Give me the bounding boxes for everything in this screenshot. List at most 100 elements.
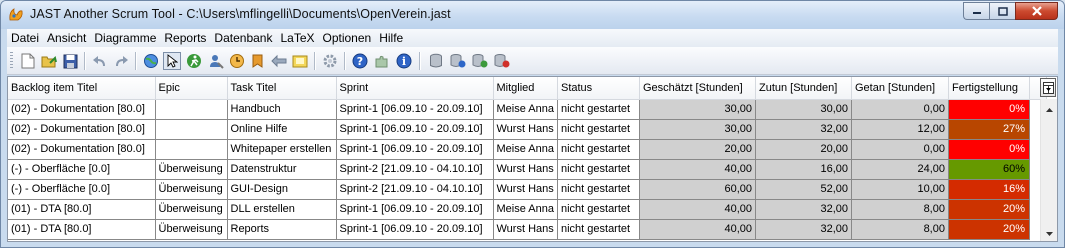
column-header-todo[interactable]: Zutun [Stunden] <box>755 77 852 100</box>
table-row[interactable]: (-) - Oberfläche [0.0] Überweisung Datenst… <box>8 159 1046 180</box>
cell-backlog[interactable]: (02) - Dokumentation [80.0] <box>8 99 156 120</box>
cell-done[interactable]: 24,00 <box>851 159 949 180</box>
cursor-select-icon[interactable] <box>163 52 181 70</box>
cell-member[interactable]: Meise Anna <box>493 139 558 160</box>
cell-status[interactable]: nicht gestartet <box>557 179 640 200</box>
cell-epic[interactable] <box>155 119 228 140</box>
cell-done[interactable]: 8,00 <box>851 219 949 240</box>
transfer-icon[interactable] <box>270 52 288 70</box>
column-header-progress[interactable]: Fertigstellung <box>948 77 1030 100</box>
cell-estimated[interactable]: 30,00 <box>639 119 756 140</box>
cell-backlog[interactable]: (02) - Dokumentation [80.0] <box>8 139 156 160</box>
cell-task[interactable]: Reports <box>227 219 337 240</box>
cell-task[interactable]: Online Hilfe <box>227 119 337 140</box>
column-header-task[interactable]: Task Titel <box>227 77 337 100</box>
cell-done[interactable]: 12,00 <box>851 119 949 140</box>
menu-diagramme[interactable]: Diagramme <box>90 31 160 45</box>
maximize-button[interactable] <box>989 2 1015 20</box>
cell-sprint[interactable]: Sprint-1 [06.09.10 - 20.09.10] <box>336 99 494 120</box>
cell-estimated[interactable]: 60,00 <box>639 179 756 200</box>
cell-member[interactable]: Wurst Hans <box>493 219 558 240</box>
cell-epic[interactable] <box>155 99 228 120</box>
table-row[interactable]: (02) - Dokumentation [80.0] Online Hilfe S… <box>8 119 1046 140</box>
column-header-member[interactable]: Mitglied <box>493 77 558 100</box>
cell-member[interactable]: Meise Anna <box>493 199 558 220</box>
scroll-up-button[interactable] <box>1041 101 1057 118</box>
cell-epic[interactable]: Überweisung <box>155 199 228 220</box>
cell-backlog[interactable]: (01) - DTA [80.0] <box>8 219 156 240</box>
column-header-done[interactable]: Getan [Stunden] <box>851 77 949 100</box>
scroll-down-button[interactable] <box>1041 225 1057 241</box>
cell-status[interactable]: nicht gestartet <box>557 219 640 240</box>
clock-icon[interactable] <box>228 52 246 70</box>
database-delete-icon[interactable] <box>493 52 511 70</box>
cell-todo[interactable]: 30,00 <box>755 99 852 120</box>
database-icon[interactable] <box>427 52 445 70</box>
database-add-icon[interactable] <box>449 52 467 70</box>
save-icon[interactable] <box>61 52 79 70</box>
menu-reports[interactable]: Reports <box>160 31 210 45</box>
cell-status[interactable]: nicht gestartet <box>557 119 640 140</box>
menu-latex[interactable]: LaTeX <box>276 31 318 45</box>
folder-note-icon[interactable] <box>291 52 309 70</box>
cell-member[interactable]: Wurst Hans <box>493 179 558 200</box>
open-folder-icon[interactable] <box>40 52 58 70</box>
cell-member[interactable]: Meise Anna <box>493 99 558 120</box>
cell-task[interactable]: DLL erstellen <box>227 199 337 220</box>
new-file-icon[interactable] <box>19 52 37 70</box>
column-header-epic[interactable]: Epic <box>155 77 228 100</box>
cell-todo[interactable]: 20,00 <box>755 139 852 160</box>
cell-progress[interactable]: 60% <box>948 159 1030 180</box>
cell-estimated[interactable]: 20,00 <box>639 139 756 160</box>
cell-backlog[interactable]: (-) - Oberfläche [0.0] <box>8 159 156 180</box>
info-icon[interactable]: i <box>395 52 413 70</box>
cell-todo[interactable]: 32,00 <box>755 219 852 240</box>
table-row[interactable]: (01) - DTA [80.0] Überweisung DLL erstelle… <box>8 199 1046 220</box>
menu-datenbank[interactable]: Datenbank <box>210 31 276 45</box>
table-row[interactable]: (02) - Dokumentation [80.0] Whitepaper er… <box>8 139 1046 160</box>
cell-sprint[interactable]: Sprint-1 [06.09.10 - 20.09.10] <box>336 219 494 240</box>
cell-progress[interactable]: 27% <box>948 119 1030 140</box>
cell-progress[interactable]: 20% <box>948 199 1030 220</box>
cell-task[interactable]: Datenstruktur <box>227 159 337 180</box>
cell-backlog[interactable]: (01) - DTA [80.0] <box>8 199 156 220</box>
column-header-estimated[interactable]: Geschätzt [Stunden] <box>639 77 756 100</box>
cell-epic[interactable]: Überweisung <box>155 159 228 180</box>
vertical-scrollbar[interactable] <box>1040 99 1057 241</box>
column-chooser-button[interactable] <box>1040 78 1056 97</box>
column-header-status[interactable]: Status <box>557 77 640 100</box>
menu-datei[interactable]: Datei <box>7 31 43 45</box>
cell-member[interactable]: Wurst Hans <box>493 119 558 140</box>
cell-todo[interactable]: 32,00 <box>755 199 852 220</box>
cell-backlog[interactable]: (-) - Oberfläche [0.0] <box>8 179 156 200</box>
menu-hilfe[interactable]: Hilfe <box>375 31 407 45</box>
cell-progress[interactable]: 0% <box>948 99 1030 120</box>
bookmark-icon[interactable] <box>249 52 267 70</box>
cell-task[interactable]: Whitepaper erstellen <box>227 139 337 160</box>
table-row[interactable]: (02) - Dokumentation [80.0] Handbuch Sprin… <box>8 99 1046 120</box>
cell-estimated[interactable]: 40,00 <box>639 199 756 220</box>
cell-done[interactable]: 10,00 <box>851 179 949 200</box>
cell-task[interactable]: GUI-Design <box>227 179 337 200</box>
globe-icon[interactable] <box>142 52 160 70</box>
cell-epic[interactable] <box>155 139 228 160</box>
cell-done[interactable]: 0,00 <box>851 139 949 160</box>
menu-optionen[interactable]: Optionen <box>319 31 376 45</box>
cell-sprint[interactable]: Sprint-2 [21.09.10 - 04.10.10] <box>336 159 494 180</box>
cell-sprint[interactable]: Sprint-1 [06.09.10 - 20.09.10] <box>336 139 494 160</box>
undo-icon[interactable] <box>91 52 109 70</box>
cell-sprint[interactable]: Sprint-1 [06.09.10 - 20.09.10] <box>336 119 494 140</box>
run-person-icon[interactable] <box>185 52 203 70</box>
menu-ansicht[interactable]: Ansicht <box>43 31 90 45</box>
cell-progress[interactable]: 16% <box>948 179 1030 200</box>
cell-task[interactable]: Handbuch <box>227 99 337 120</box>
cell-estimated[interactable]: 40,00 <box>639 219 756 240</box>
cell-status[interactable]: nicht gestartet <box>557 99 640 120</box>
close-button[interactable] <box>1015 2 1058 20</box>
cell-todo[interactable]: 16,00 <box>755 159 852 180</box>
cell-todo[interactable]: 52,00 <box>755 179 852 200</box>
cell-sprint[interactable]: Sprint-1 [06.09.10 - 20.09.10] <box>336 199 494 220</box>
column-header-sprint[interactable]: Sprint <box>336 77 494 100</box>
cell-status[interactable]: nicht gestartet <box>557 139 640 160</box>
cell-sprint[interactable]: Sprint-2 [21.09.10 - 04.10.10] <box>336 179 494 200</box>
